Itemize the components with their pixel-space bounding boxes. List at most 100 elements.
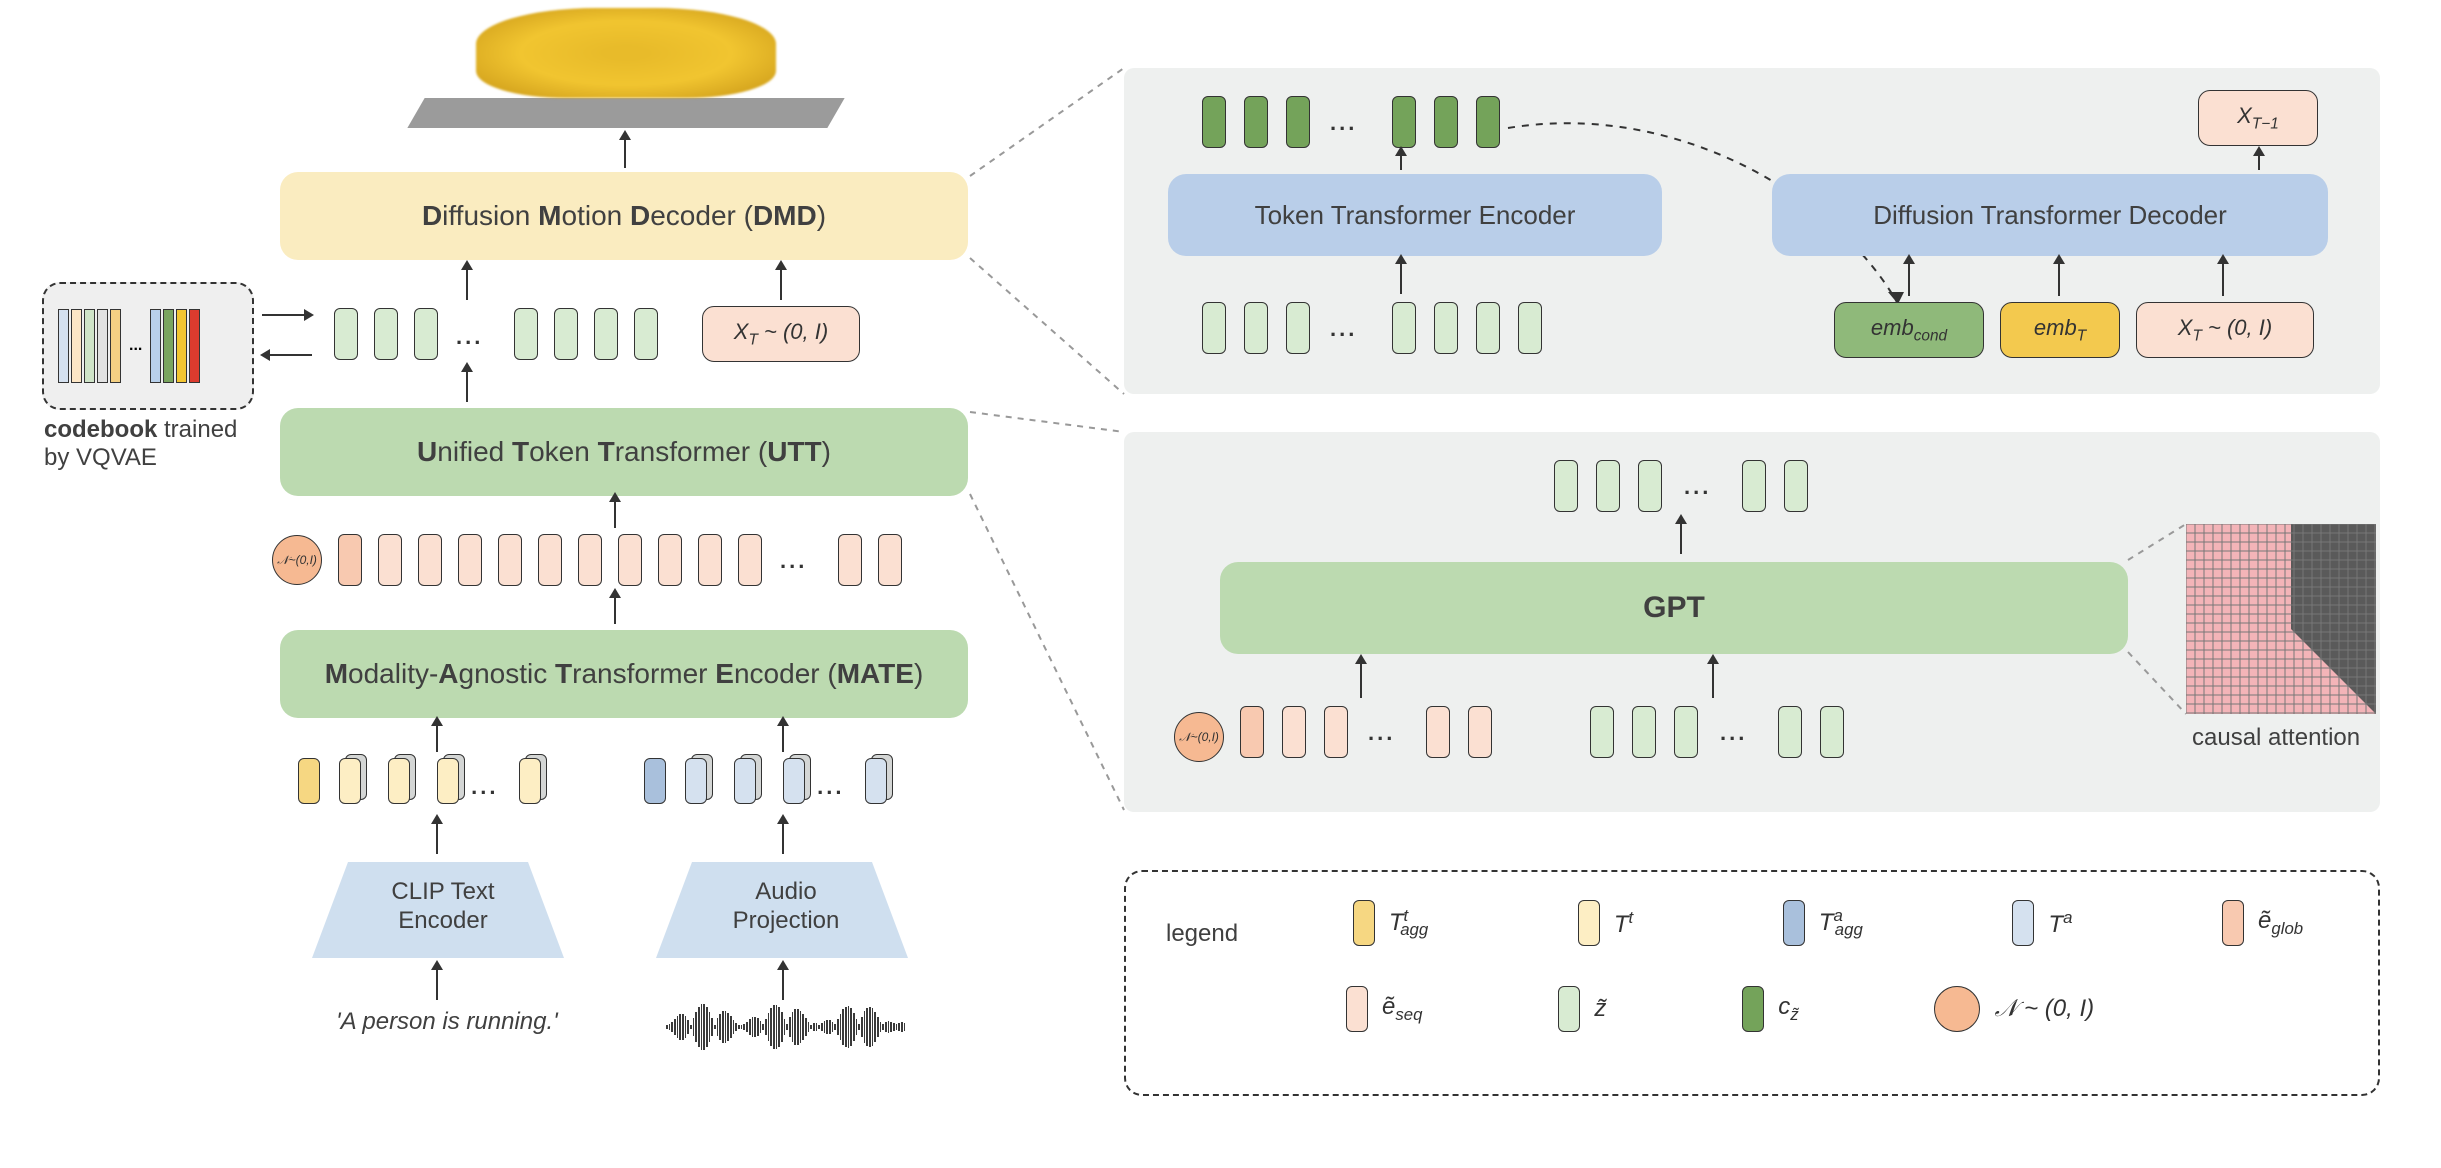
causal-attention-matrix xyxy=(2186,524,2376,714)
chip-xt-noise: XT ~ (0, I) xyxy=(702,306,860,362)
token-cz xyxy=(1286,96,1310,148)
token-z-out xyxy=(1784,460,1808,512)
legend-ztilde: z̃ xyxy=(1558,986,1606,1032)
legend-noise: 𝒩 ~ (0, I) xyxy=(1934,986,2094,1032)
token-z xyxy=(514,308,538,360)
token-z xyxy=(1202,302,1226,354)
arrow-encout xyxy=(1400,154,1402,170)
arrow-encin xyxy=(1400,262,1402,294)
dots: ... xyxy=(1368,720,1395,746)
token-eseq xyxy=(538,534,562,586)
causal-label: causal attention xyxy=(2192,724,2360,752)
token-eseq xyxy=(878,534,902,586)
legend-Taagg: Taagg xyxy=(1783,900,1863,946)
token-z xyxy=(1392,302,1416,354)
arrow-gpt-in2 xyxy=(1712,662,1714,698)
token-eseq xyxy=(578,534,602,586)
token-eseq xyxy=(1426,706,1450,758)
noise-circle-right: 𝒩~(0,I) xyxy=(1174,712,1224,762)
arrow-decout xyxy=(2258,154,2260,170)
utt-block: Unified Token Transformer (UTT) xyxy=(280,408,968,496)
token-cz xyxy=(1476,96,1500,148)
arrow-audio-to-mate xyxy=(782,724,784,752)
arrow-text-in xyxy=(436,968,438,1000)
arrow-audio-out xyxy=(782,822,784,854)
dots: ... xyxy=(1330,110,1357,136)
dmd-block: Diffusion Motion Decoder (DMD) xyxy=(280,172,968,260)
token-z xyxy=(334,308,358,360)
token-z-in xyxy=(1674,706,1698,758)
token-eseq xyxy=(378,534,402,586)
token-eseq xyxy=(458,534,482,586)
arrow-embt xyxy=(2058,262,2060,296)
codebook-box: ... xyxy=(42,282,254,410)
legend-box: legend Ttagg Tt Taagg Ta ẽglob ẽseq z̃ c… xyxy=(1124,870,2380,1096)
token-eglob xyxy=(1240,706,1264,758)
arrow-codebook-left xyxy=(262,354,312,356)
legend-title: legend xyxy=(1166,920,1238,948)
diff-decoder-label: Diffusion Transformer Decoder xyxy=(1873,200,2227,231)
token-z xyxy=(634,308,658,360)
arrow-clip-out xyxy=(436,822,438,854)
dots: ... xyxy=(780,548,807,574)
mate-label: Modality-Agnostic Transformer Encoder (M… xyxy=(325,658,924,690)
arrow-gptout xyxy=(1680,522,1682,554)
token-z-in xyxy=(1820,706,1844,758)
arrow-text-to-mate xyxy=(436,724,438,752)
token-cz xyxy=(1244,96,1268,148)
arrow-utt-to-z xyxy=(466,370,468,402)
legend-cz: cz̃ xyxy=(1742,986,1798,1032)
token-z xyxy=(1286,302,1310,354)
input-text: 'A person is running.' xyxy=(336,1008,558,1036)
token-eseq xyxy=(658,534,682,586)
audio-token-group: ... xyxy=(644,758,887,810)
token-eseq xyxy=(1282,706,1306,758)
token-eglob xyxy=(338,534,362,586)
token-z xyxy=(374,308,398,360)
arrow-wave-in xyxy=(782,968,784,1000)
clip-label: CLIP TextEncoder xyxy=(378,878,508,936)
token-eseq xyxy=(1468,706,1492,758)
arrow-mate-to-e xyxy=(614,596,616,624)
chip-xt-minus1: XT−1 xyxy=(2198,90,2318,146)
gpt-label: GPT xyxy=(1643,591,1705,625)
arrow-z-to-dmd xyxy=(466,268,468,300)
arrow-xt-to-dmd xyxy=(780,268,782,300)
noise-circle-left: 𝒩~(0,I) xyxy=(272,535,322,585)
token-z-in xyxy=(1778,706,1802,758)
dots: ... xyxy=(1684,474,1711,500)
dots: ... xyxy=(1330,316,1357,342)
chip-emb-cond: embcond xyxy=(1834,302,1984,358)
token-z xyxy=(554,308,578,360)
token-eseq xyxy=(838,534,862,586)
legend-Ttagg: Ttagg xyxy=(1353,900,1428,946)
token-z-in xyxy=(1590,706,1614,758)
token-eseq xyxy=(418,534,442,586)
token-z xyxy=(1244,302,1268,354)
dmd-label: Diffusion Motion Decoder (DMD) xyxy=(422,200,826,232)
motion-output-figure xyxy=(416,8,836,128)
token-cz xyxy=(1392,96,1416,148)
token-z-out xyxy=(1554,460,1578,512)
token-cz xyxy=(1202,96,1226,148)
legend-Ta: Ta xyxy=(2012,900,2072,946)
arrow-e-to-utt xyxy=(614,500,616,528)
chip-emb-t: embT xyxy=(2000,302,2120,358)
arrow-embcond xyxy=(1908,262,1910,296)
gpt-block: GPT xyxy=(1220,562,2128,654)
token-eseq xyxy=(1324,706,1348,758)
token-z xyxy=(594,308,618,360)
token-eseq xyxy=(618,534,642,586)
token-z-out xyxy=(1596,460,1620,512)
codebook-caption: codebook trained by VQVAE xyxy=(44,416,237,472)
token-z-out xyxy=(1638,460,1662,512)
arrow-gpt-in1 xyxy=(1360,662,1362,698)
token-eseq xyxy=(738,534,762,586)
token-eseq xyxy=(498,534,522,586)
arrow-xtnoise xyxy=(2222,262,2224,296)
arrow-codebook-right xyxy=(262,314,312,316)
token-z-out xyxy=(1742,460,1766,512)
chip-xt-noise2: XT ~ (0, I) xyxy=(2136,302,2314,358)
token-eseq xyxy=(698,534,722,586)
legend-eseq: ẽseq xyxy=(1346,986,1422,1032)
